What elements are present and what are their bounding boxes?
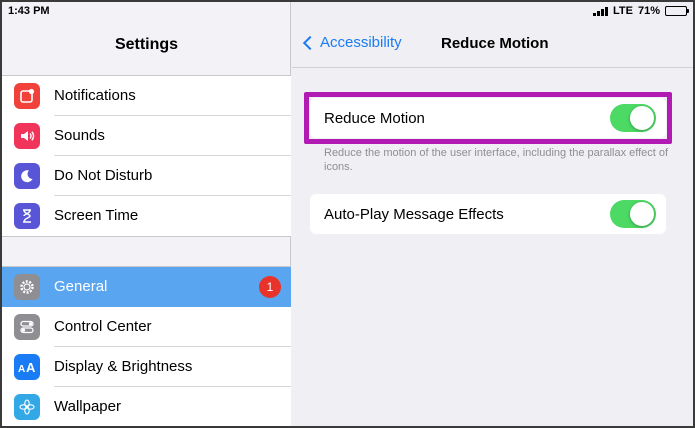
sidebar-item-label: Notifications — [54, 76, 291, 116]
auto-play-effects-toggle[interactable] — [610, 200, 656, 228]
settings-sidebar: Settings Notifications Sounds Do Not Dis… — [2, 2, 291, 426]
hourglass-icon — [14, 203, 40, 229]
auto-play-effects-label: Auto-Play Message Effects — [324, 205, 504, 223]
signal-icon — [593, 6, 608, 16]
status-indicators: LTE 71% — [593, 5, 689, 17]
status-time: 1:43 PM — [8, 5, 50, 17]
sidebar-item-label: Control Center — [54, 307, 291, 347]
sidebar-title: Settings — [114, 36, 179, 53]
moon-icon — [14, 163, 40, 189]
sidebar-item-screen-time[interactable]: Screen Time — [2, 196, 291, 236]
wallpaper-icon — [14, 394, 40, 420]
display-icon: AA — [14, 354, 40, 380]
sidebar-item-general[interactable]: General 1 — [2, 267, 291, 307]
sounds-icon — [14, 123, 40, 149]
nav-bar: Accessibility Reduce Motion — [292, 22, 693, 68]
sidebar-item-do-not-disturb[interactable]: Do Not Disturb — [2, 156, 291, 196]
sidebar-item-notifications[interactable]: Notifications — [2, 76, 291, 116]
control-center-icon — [14, 314, 40, 340]
screen-frame: Settings Notifications Sounds Do Not Dis… — [0, 0, 695, 428]
highlight-box — [304, 92, 672, 144]
sidebar-item-label: Wallpaper — [54, 398, 121, 415]
page-title: Reduce Motion — [441, 35, 549, 52]
sidebar-item-label: Display & Brightness — [54, 347, 291, 387]
back-button[interactable]: Accessibility — [302, 34, 402, 51]
sidebar-group-general: General 1 Control Center AA Display & Br… — [2, 266, 291, 426]
chevron-left-icon — [302, 35, 318, 50]
sidebar-item-control-center[interactable]: Control Center — [2, 307, 291, 347]
detail-pane: Accessibility Reduce Motion Reduce Motio… — [292, 2, 693, 426]
reduce-motion-description: Reduce the motion of the user interface,… — [324, 147, 669, 173]
sidebar-item-label: Screen Time — [54, 207, 139, 224]
network-label: LTE — [613, 5, 633, 17]
toggle-knob — [630, 202, 654, 226]
status-bar: 1:43 PM LTE 71% — [2, 2, 693, 22]
sidebar-item-label: General — [54, 278, 108, 295]
notification-badge: 1 — [259, 276, 281, 298]
battery-icon — [665, 6, 689, 16]
back-button-label: Accessibility — [320, 34, 402, 51]
gear-icon — [14, 274, 40, 300]
sidebar-item-display-brightness[interactable]: AA Display & Brightness — [2, 347, 291, 387]
svg-text:A: A — [18, 364, 25, 374]
sidebar-item-label: Sounds — [54, 116, 291, 156]
auto-play-effects-row: Auto-Play Message Effects — [310, 194, 666, 234]
sidebar-group-notifications: Notifications Sounds Do Not Disturb Scre… — [2, 75, 291, 237]
sidebar-item-label: Do Not Disturb — [54, 156, 291, 196]
battery-percent: 71% — [637, 5, 660, 17]
notifications-icon — [14, 83, 40, 109]
sidebar-item-wallpaper[interactable]: Wallpaper — [2, 387, 291, 426]
svg-text:A: A — [26, 360, 36, 374]
sidebar-item-sounds[interactable]: Sounds — [2, 116, 291, 156]
